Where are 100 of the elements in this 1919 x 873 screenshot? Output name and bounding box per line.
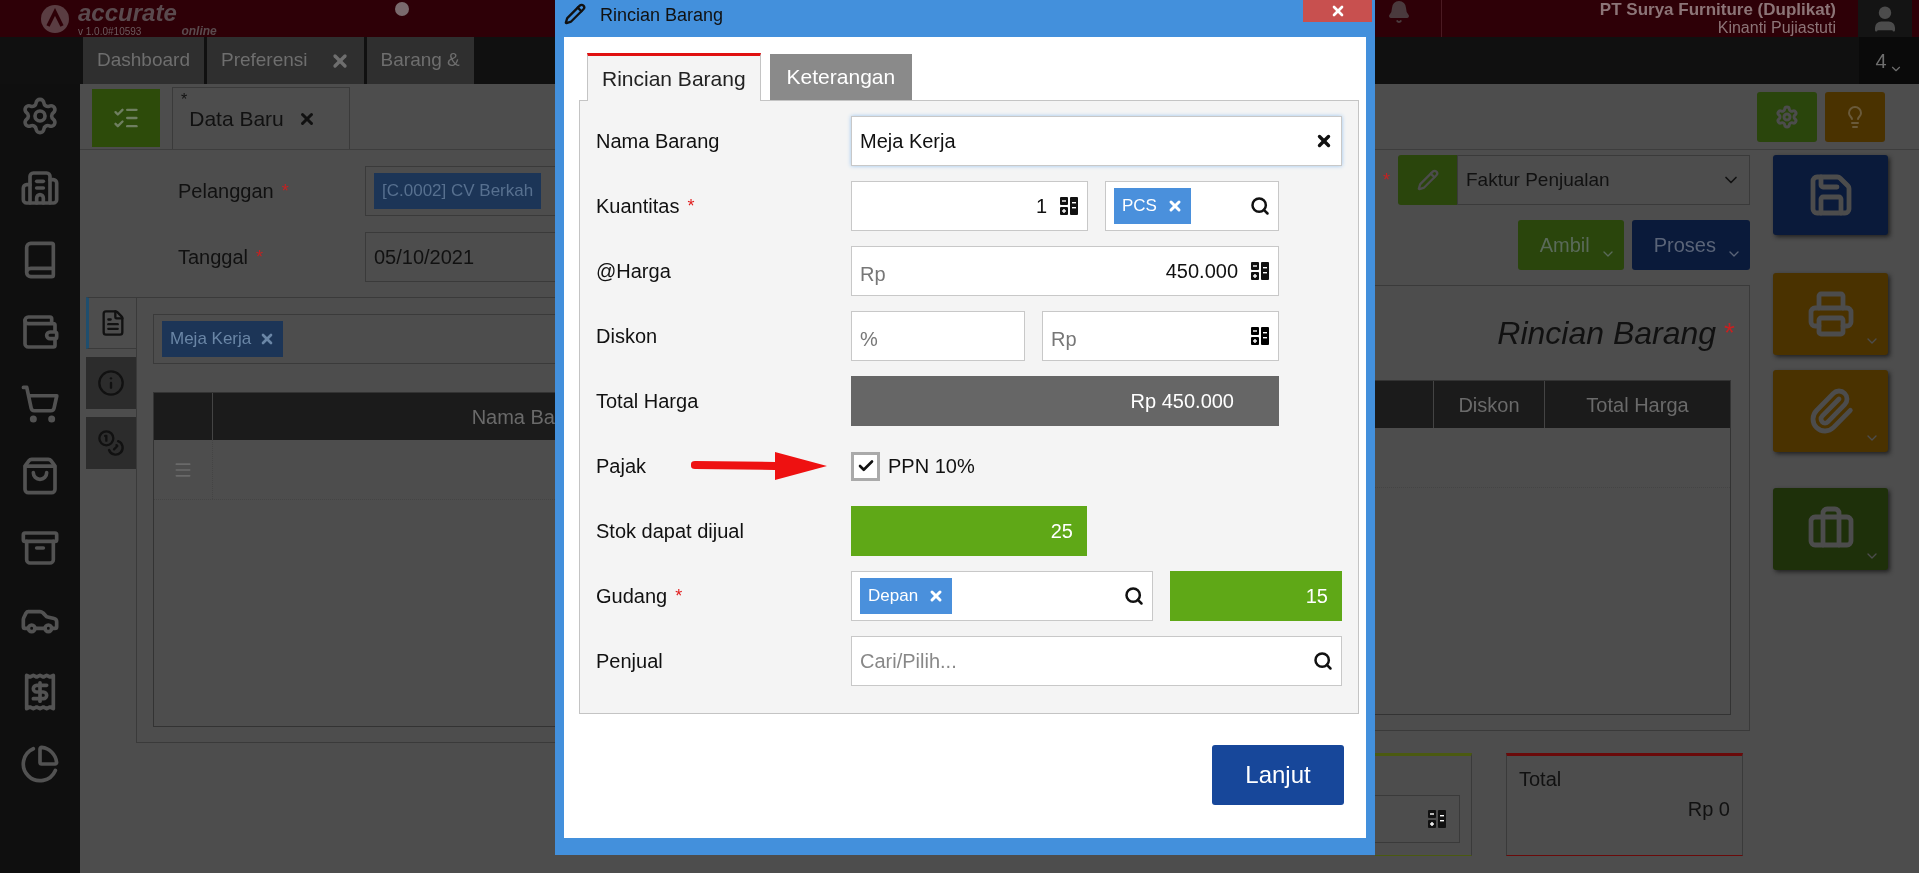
list-button[interactable] bbox=[92, 89, 160, 147]
calculator-icon[interactable] bbox=[1059, 196, 1079, 216]
customer-tag: [C.0002] CV Berkah bbox=[374, 173, 542, 209]
dialog-tab[interactable]: Rincian Barang bbox=[587, 53, 761, 101]
tips-button[interactable] bbox=[1825, 91, 1885, 142]
action-button[interactable]: Proses bbox=[1631, 220, 1750, 270]
calculator-icon[interactable] bbox=[1250, 261, 1270, 281]
field-label: Nama Barang bbox=[596, 129, 720, 154]
required-mark: * bbox=[687, 194, 695, 218]
price-value: 450.000 bbox=[1165, 259, 1238, 284]
building-icon[interactable] bbox=[20, 168, 60, 208]
item-tag[interactable]: Meja Kerja bbox=[162, 321, 284, 357]
currency-prefix: Rp bbox=[860, 262, 886, 287]
dialog-tab[interactable]: Keterangan bbox=[769, 54, 913, 100]
warehouse-stock-value: 15 bbox=[1170, 571, 1342, 621]
field-label: Pajak bbox=[596, 454, 647, 479]
info-icon bbox=[97, 369, 125, 397]
field-label: Kuantitas bbox=[596, 194, 680, 219]
column-header: Total Harga bbox=[1585, 392, 1690, 418]
user-avatar[interactable] bbox=[1858, 0, 1912, 37]
bell-icon[interactable] bbox=[1387, 0, 1411, 24]
cart-icon[interactable] bbox=[20, 384, 60, 424]
checkbox-label: PPN 10% bbox=[888, 454, 975, 479]
required-mark: * bbox=[256, 245, 264, 269]
discount-amount-input[interactable]: Rp bbox=[1051, 324, 1242, 354]
tab[interactable]: Barang & bbox=[366, 37, 474, 84]
total-price-value: Rp 450.000 bbox=[851, 376, 1279, 426]
column-header: Nama Ba bbox=[470, 404, 555, 430]
tab[interactable]: * Data Baru bbox=[172, 87, 350, 149]
search-icon[interactable] bbox=[1124, 586, 1144, 606]
coins-icon bbox=[97, 429, 125, 457]
wallet-icon[interactable] bbox=[20, 312, 60, 352]
warehouse-tag[interactable]: Depan bbox=[860, 578, 953, 614]
salesperson-field[interactable]: Cari/Pilih... bbox=[851, 636, 1342, 686]
cabinet-icon[interactable] bbox=[20, 528, 60, 568]
pencil-icon bbox=[564, 3, 586, 25]
logo-subtitle: online bbox=[181, 24, 217, 37]
calculator-icon[interactable] bbox=[1427, 809, 1447, 829]
dot-icon bbox=[394, 2, 409, 16]
gear-icon[interactable] bbox=[20, 96, 60, 136]
side-tab[interactable] bbox=[86, 417, 136, 469]
amount-field[interactable] bbox=[1375, 795, 1460, 843]
logo-icon bbox=[40, 3, 70, 34]
modified-mark: * bbox=[181, 90, 188, 110]
field-label: Gudang bbox=[596, 584, 668, 609]
item-name-field[interactable]: Meja Kerja bbox=[851, 116, 1342, 166]
pencil-icon bbox=[1416, 169, 1439, 191]
company-name: PT Surya Furniture (Duplikat) bbox=[1599, 1, 1836, 18]
stock-value: 25 bbox=[851, 506, 1087, 556]
field-label: Tanggal bbox=[178, 245, 249, 270]
section-title: Rincian Barang bbox=[1497, 314, 1717, 353]
required-mark: * bbox=[1724, 316, 1735, 350]
field-label: Diskon bbox=[596, 324, 658, 349]
unit-field[interactable]: PCS bbox=[1105, 181, 1279, 231]
side-tab[interactable] bbox=[86, 357, 136, 409]
discount-amount-field[interactable]: Rp bbox=[1042, 311, 1279, 361]
tab-label: Data Baru bbox=[189, 105, 284, 132]
printer-icon bbox=[1806, 290, 1855, 338]
pie-chart-icon[interactable] bbox=[20, 744, 60, 784]
warehouse-field[interactable]: Depan bbox=[851, 571, 1153, 621]
tab[interactable]: Preferensi bbox=[206, 37, 364, 84]
field-label: Total Harga bbox=[596, 389, 699, 414]
document-type-dropdown[interactable]: Faktur Penjualan bbox=[1457, 155, 1750, 205]
search-icon[interactable] bbox=[1313, 651, 1333, 671]
required-mark: * bbox=[1383, 168, 1390, 192]
logo-text: accurate bbox=[78, 0, 178, 25]
tax-checkbox[interactable] bbox=[851, 451, 880, 481]
dialog-title: Rincian Barang bbox=[600, 4, 724, 27]
attachment-button[interactable] bbox=[1773, 370, 1888, 452]
salesperson-input[interactable]: Cari/Pilih... bbox=[860, 646, 1313, 676]
total-label: Total bbox=[1519, 767, 1563, 792]
continue-button[interactable]: Lanjut bbox=[1212, 745, 1344, 805]
tab[interactable]: Dashboard bbox=[83, 37, 204, 84]
discount-percent-field[interactable]: % bbox=[851, 311, 1025, 361]
clear-icon[interactable] bbox=[1315, 132, 1333, 150]
calculator-icon[interactable] bbox=[1250, 326, 1270, 346]
discount-percent-input[interactable]: % bbox=[860, 324, 1016, 354]
price-field[interactable]: Rp 450.000 bbox=[851, 246, 1279, 296]
required-mark: * bbox=[281, 179, 289, 203]
customer-field[interactable]: [C.0002] CV Berkah bbox=[365, 166, 555, 216]
column-header: Diskon bbox=[1434, 381, 1545, 428]
settings-icon bbox=[1775, 104, 1799, 129]
field-label: Penjual bbox=[596, 649, 663, 674]
quantity-field[interactable]: 1 bbox=[851, 181, 1088, 231]
unit-tag[interactable]: PCS bbox=[1114, 188, 1191, 224]
save-button[interactable] bbox=[1773, 155, 1888, 235]
user-name: Kinanti Pujiastuti bbox=[1717, 20, 1836, 36]
print-button[interactable] bbox=[1773, 273, 1888, 355]
tab-overflow-button[interactable]: 4 bbox=[1859, 37, 1919, 84]
total-value: Rp 0 bbox=[1687, 797, 1730, 822]
close-button[interactable] bbox=[1303, 0, 1372, 22]
side-tab[interactable] bbox=[86, 297, 136, 349]
field-label: Pelanggan bbox=[178, 179, 274, 204]
bag-icon[interactable] bbox=[20, 456, 60, 496]
search-icon[interactable] bbox=[1250, 196, 1270, 216]
version-text: v 1.0.0#10593 bbox=[78, 26, 142, 37]
tools-button[interactable] bbox=[1773, 488, 1888, 570]
action-button[interactable]: Ambil bbox=[1517, 220, 1624, 270]
item-filter-field[interactable]: Meja Kerja bbox=[153, 314, 555, 364]
field-label: Stok dapat dijual bbox=[596, 519, 744, 544]
